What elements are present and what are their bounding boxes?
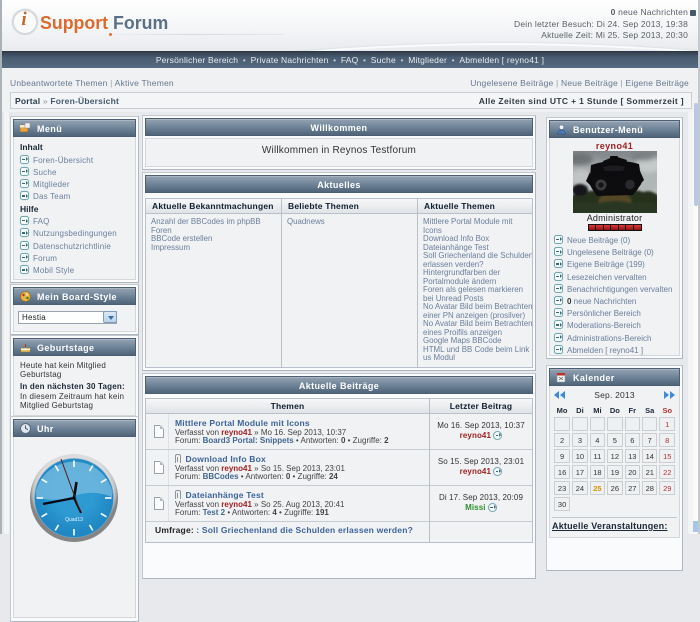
svg-text:Quad13: Quad13 <box>65 517 83 523</box>
